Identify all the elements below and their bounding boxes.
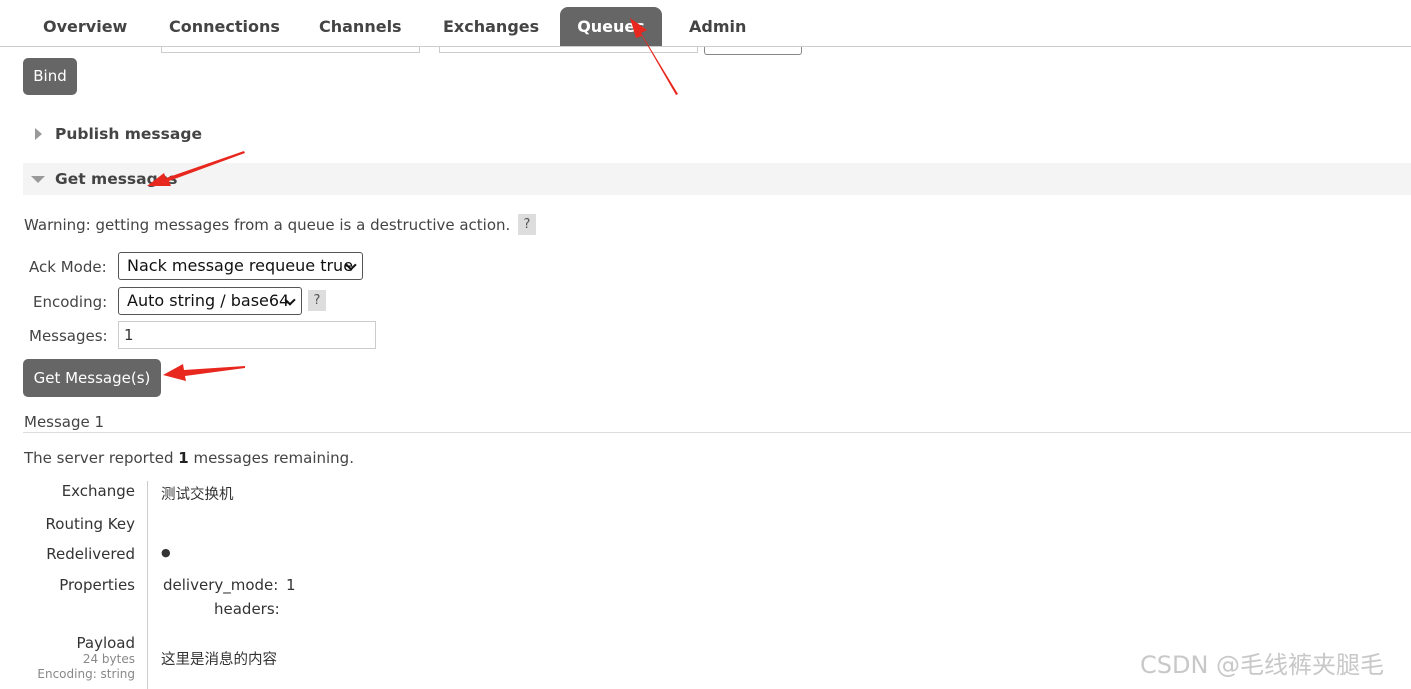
delivery-mode-value: 1 bbox=[286, 576, 296, 594]
tab-queues[interactable]: Queues bbox=[560, 7, 662, 46]
publish-message-title: Publish message bbox=[55, 125, 202, 143]
encoding-selected-value: Auto string / base64 bbox=[127, 291, 290, 310]
payload-encoding: Encoding: string bbox=[37, 667, 135, 681]
encoding-label: Encoding: bbox=[33, 293, 108, 311]
ack-mode-select[interactable]: Nack message requeue true bbox=[118, 252, 363, 280]
delivery-mode-key: delivery_mode: bbox=[163, 576, 279, 594]
properties-label: Properties bbox=[59, 576, 135, 594]
collapse-triangle-icon bbox=[31, 176, 45, 183]
watermark: CSDN @毛线裤夹腿毛 bbox=[1140, 651, 1385, 679]
get-messages-section-toggle[interactable]: Get messages bbox=[23, 163, 1411, 195]
redelivered-indicator: ● bbox=[161, 546, 171, 559]
ack-mode-label: Ack Mode: bbox=[29, 258, 107, 276]
destructive-warning-text: Warning: getting messages from a queue i… bbox=[24, 216, 511, 234]
ack-mode-selected-value: Nack message requeue true bbox=[127, 256, 354, 275]
divider bbox=[23, 432, 1411, 433]
redelivered-label: Redelivered bbox=[46, 545, 135, 563]
payload-size: 24 bytes bbox=[82, 652, 135, 666]
exchange-label: Exchange bbox=[61, 482, 135, 500]
server-report-suffix: messages remaining. bbox=[188, 449, 354, 467]
payload-label: Payload bbox=[76, 634, 136, 652]
messages-count-input[interactable]: 1 bbox=[118, 321, 376, 349]
exchange-value: 测试交换机 bbox=[161, 487, 234, 503]
server-report-prefix: The server reported bbox=[24, 449, 179, 467]
routing-key-label: Routing Key bbox=[45, 515, 135, 533]
top-nav: Overview Connections Channels Exchanges … bbox=[0, 0, 1411, 47]
payload-value: 这里是消息的内容 bbox=[161, 652, 277, 668]
encoding-help-icon[interactable]: ? bbox=[308, 290, 326, 311]
expand-triangle-icon bbox=[35, 128, 42, 140]
server-report-text: The server reported 1 messages remaining… bbox=[24, 449, 354, 467]
tab-channels[interactable]: Channels bbox=[299, 7, 422, 46]
bind-button[interactable]: Bind bbox=[23, 58, 77, 95]
tab-overview[interactable]: Overview bbox=[23, 7, 147, 46]
tab-connections[interactable]: Connections bbox=[149, 7, 300, 46]
encoding-select[interactable]: Auto string / base64 bbox=[118, 287, 302, 315]
get-messages-title: Get messages bbox=[55, 170, 178, 188]
tab-exchanges[interactable]: Exchanges bbox=[423, 7, 559, 46]
get-messages-button[interactable]: Get Message(s) bbox=[23, 359, 161, 397]
headers-key: headers: bbox=[214, 600, 280, 618]
field-divider bbox=[147, 481, 148, 689]
tab-admin[interactable]: Admin bbox=[669, 7, 766, 46]
message-heading: Message 1 bbox=[24, 413, 105, 431]
publish-message-section-toggle[interactable]: Publish message bbox=[23, 118, 1411, 150]
messages-count-label: Messages: bbox=[29, 327, 108, 345]
annotation-arrow-get-button bbox=[163, 364, 245, 381]
remaining-count: 1 bbox=[178, 449, 189, 467]
help-icon[interactable]: ? bbox=[518, 214, 536, 235]
